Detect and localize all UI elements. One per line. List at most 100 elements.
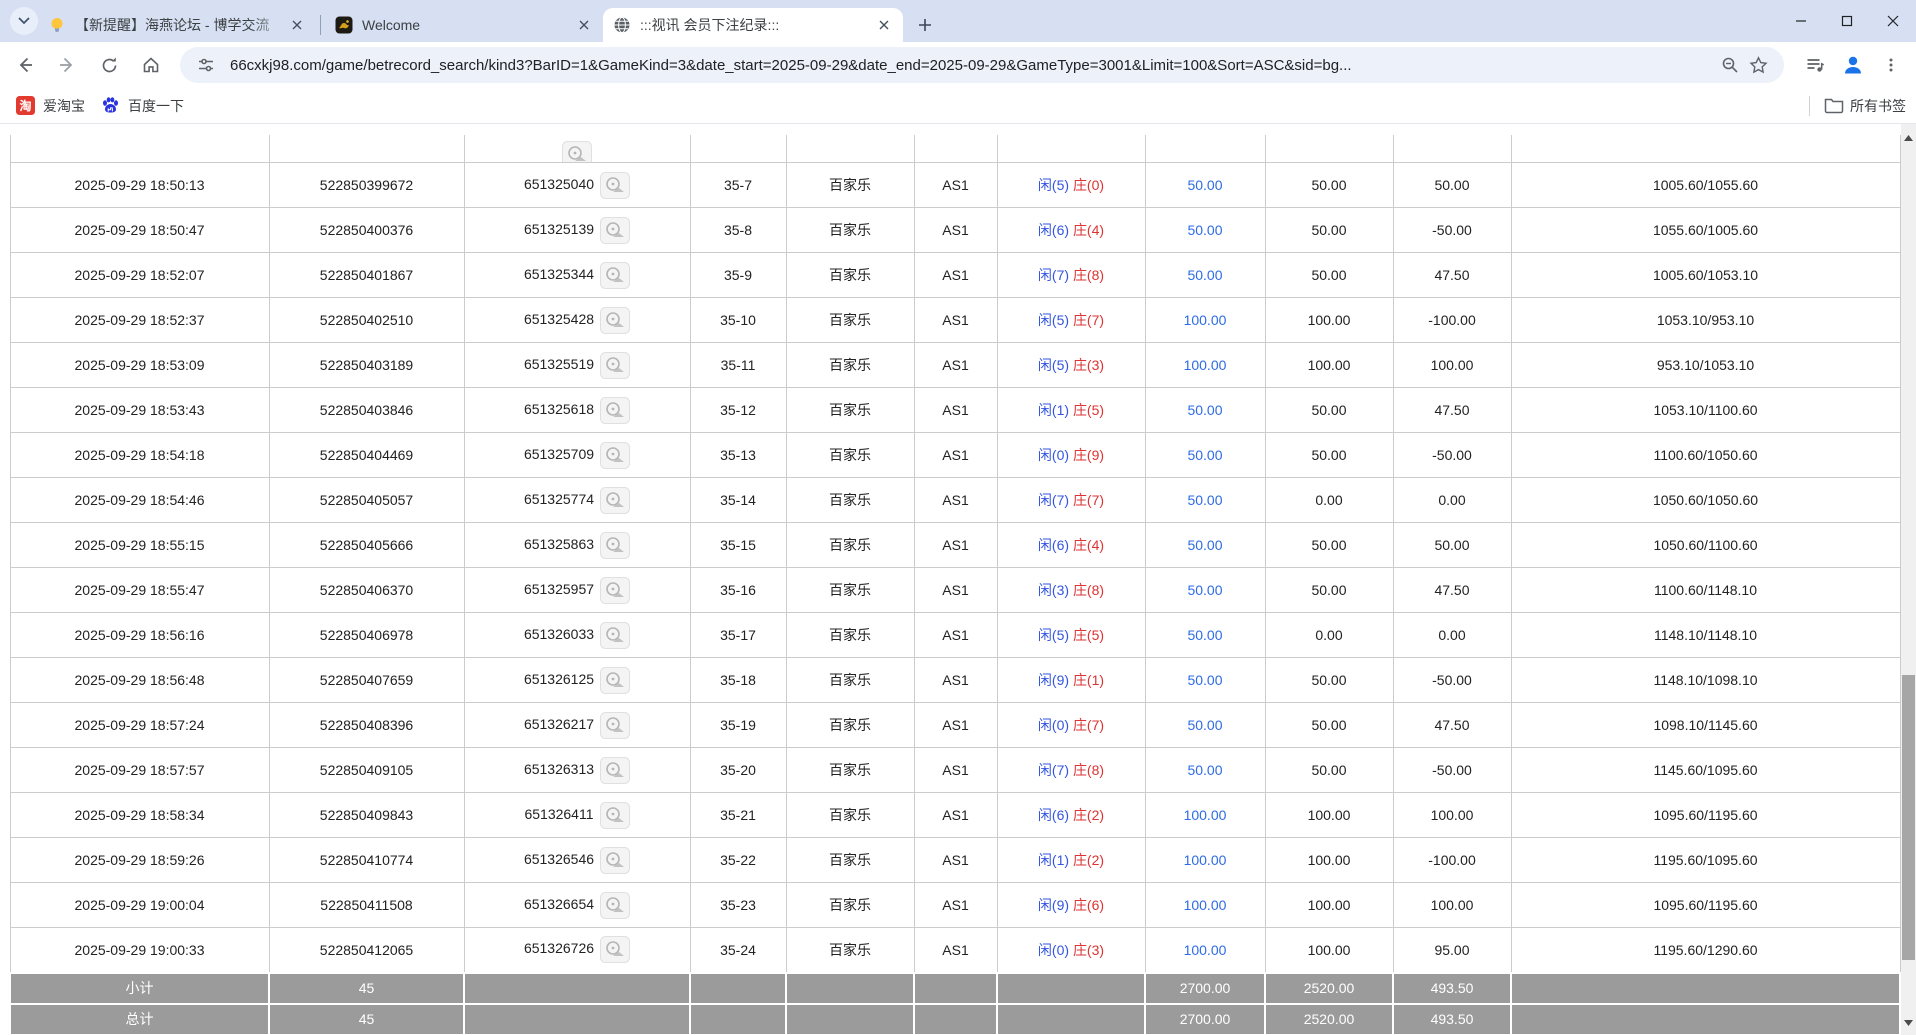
- video-icon[interactable]: [600, 486, 631, 514]
- video-icon[interactable]: [600, 711, 631, 739]
- bet-amount-link[interactable]: 50.00: [1187, 447, 1222, 463]
- maximize-icon: [1841, 15, 1853, 27]
- zoom-indicator-icon[interactable]: [1716, 51, 1744, 79]
- video-icon[interactable]: [600, 351, 631, 379]
- cell-valid: 50.00: [1264, 387, 1394, 433]
- cell-valid: 50.00: [1264, 162, 1394, 208]
- all-bookmarks[interactable]: 所有书签: [1809, 88, 1906, 124]
- minimize-icon: [1796, 20, 1806, 22]
- video-icon[interactable]: [600, 396, 631, 424]
- bet-amount-link[interactable]: 50.00: [1187, 267, 1222, 283]
- account-number: 651325709: [523, 445, 595, 462]
- tab-search-button[interactable]: [10, 7, 38, 35]
- video-icon[interactable]: [600, 666, 631, 694]
- cell-game: 百家乐: [785, 207, 915, 253]
- cell-winloss: 47.50: [1392, 387, 1512, 433]
- bet-banker: 庄(3): [1072, 357, 1105, 373]
- cell-game: 百家乐: [785, 162, 915, 208]
- tab-bet-records-active[interactable]: :::视讯 会员下注纪录:::: [603, 8, 903, 42]
- cell-time: 2025-09-29 18:56:48: [9, 657, 270, 703]
- bet-amount-link[interactable]: 100.00: [1184, 312, 1227, 328]
- profile-avatar[interactable]: [1836, 48, 1870, 82]
- bet-amount-link[interactable]: 100.00: [1184, 357, 1227, 373]
- account-number: 651326217: [523, 715, 595, 732]
- close-tab-icon[interactable]: [575, 16, 593, 34]
- reload-button[interactable]: [92, 48, 126, 82]
- cell-round: 35-21: [689, 792, 787, 838]
- video-icon[interactable]: [600, 216, 631, 244]
- cell-bet: 闲(0) 庄(7): [996, 702, 1146, 748]
- video-icon[interactable]: [600, 306, 631, 334]
- close-tab-icon[interactable]: [288, 16, 306, 34]
- cell-table: AS1: [913, 432, 998, 478]
- minimize-button[interactable]: [1778, 0, 1824, 42]
- video-icon[interactable]: [600, 891, 631, 919]
- forward-button[interactable]: [50, 48, 84, 82]
- bet-banker: 庄(2): [1072, 852, 1105, 868]
- video-icon[interactable]: [600, 756, 631, 784]
- video-icon[interactable]: [600, 171, 631, 199]
- bookmark-taobao[interactable]: 淘 爱淘宝: [16, 96, 85, 116]
- close-window-button[interactable]: [1870, 0, 1916, 42]
- cell-game: 百家乐: [785, 882, 915, 928]
- bookmark-baidu[interactable]: 百度一下: [101, 96, 184, 116]
- page-scrollbar[interactable]: [1901, 124, 1916, 1035]
- bet-amount-link[interactable]: 50.00: [1187, 762, 1222, 778]
- bet-amount-link[interactable]: 100.00: [1184, 852, 1227, 868]
- tab-divider: [320, 15, 321, 35]
- cell-bet-id: 522850399672: [268, 162, 465, 208]
- bet-amount-link[interactable]: 100.00: [1184, 897, 1227, 913]
- cell-bet-id: 522850406370: [268, 567, 465, 613]
- browser-menu-button[interactable]: [1874, 48, 1908, 82]
- new-tab-button[interactable]: [911, 11, 939, 39]
- bet-amount-link[interactable]: 50.00: [1187, 492, 1222, 508]
- video-icon[interactable]: [600, 846, 631, 874]
- video-icon[interactable]: [600, 621, 631, 649]
- cell-account: 651325709: [463, 432, 691, 478]
- cell-game: 百家乐: [785, 432, 915, 478]
- bet-amount-link[interactable]: 50.00: [1187, 627, 1222, 643]
- bet-amount-link[interactable]: 100.00: [1184, 807, 1227, 823]
- cell-game: 百家乐: [785, 702, 915, 748]
- video-icon[interactable]: [562, 141, 592, 162]
- scrollbar-thumb[interactable]: [1902, 675, 1915, 960]
- bet-amount-link[interactable]: 50.00: [1187, 672, 1222, 688]
- cell-bet-id: 522850404469: [268, 432, 465, 478]
- url-text[interactable]: 66cxkj98.com/game/betrecord_search/kind3…: [230, 57, 1716, 74]
- bet-amount-link[interactable]: 50.00: [1187, 402, 1222, 418]
- media-playlist-icon: [1807, 59, 1825, 72]
- cell-round: 35-20: [689, 747, 787, 793]
- media-controls-button[interactable]: [1798, 48, 1832, 82]
- table-row: 2025-09-29 18:50:13 522850399672 651325040…: [9, 162, 1901, 208]
- video-icon[interactable]: [600, 576, 631, 604]
- site-settings-icon[interactable]: [192, 51, 220, 79]
- bet-amount-link[interactable]: 50.00: [1187, 222, 1222, 238]
- tab-welcome[interactable]: Welcome: [325, 8, 603, 42]
- bookmark-star-icon[interactable]: [1744, 51, 1772, 79]
- bet-amount-link[interactable]: 50.00: [1187, 177, 1222, 193]
- bet-amount-link[interactable]: 100.00: [1184, 942, 1227, 958]
- video-icon[interactable]: [600, 261, 631, 289]
- bet-amount-link[interactable]: 50.00: [1187, 582, 1222, 598]
- bet-amount-link[interactable]: 50.00: [1187, 717, 1222, 733]
- home-button[interactable]: [134, 48, 168, 82]
- cell-amount: 100.00: [1144, 882, 1266, 928]
- video-icon[interactable]: [599, 801, 630, 829]
- video-icon[interactable]: [600, 441, 631, 469]
- cell-bet: 闲(6) 庄(4): [996, 522, 1146, 568]
- cell-amount: 50.00: [1144, 477, 1266, 523]
- bet-amount-link[interactable]: 50.00: [1187, 537, 1222, 553]
- cell-bet: 闲(9) 庄(6): [996, 882, 1146, 928]
- cell-bet: 闲(5) 庄(7): [996, 297, 1146, 343]
- close-tab-icon[interactable]: [875, 16, 893, 34]
- video-icon[interactable]: [600, 531, 631, 559]
- video-icon[interactable]: [600, 936, 631, 964]
- address-bar[interactable]: 66cxkj98.com/game/betrecord_search/kind3…: [180, 47, 1784, 83]
- scroll-up-button[interactable]: [1901, 130, 1916, 146]
- maximize-button[interactable]: [1824, 0, 1870, 42]
- cell-balance: 1100.60/1148.10: [1510, 567, 1901, 613]
- cell-winloss: 47.50: [1392, 567, 1512, 613]
- back-button[interactable]: [8, 48, 42, 82]
- scroll-down-button[interactable]: [1901, 1015, 1916, 1031]
- tab-haiyan-forum[interactable]: 【新提醒】海燕论坛 - 博学交流: [38, 8, 316, 42]
